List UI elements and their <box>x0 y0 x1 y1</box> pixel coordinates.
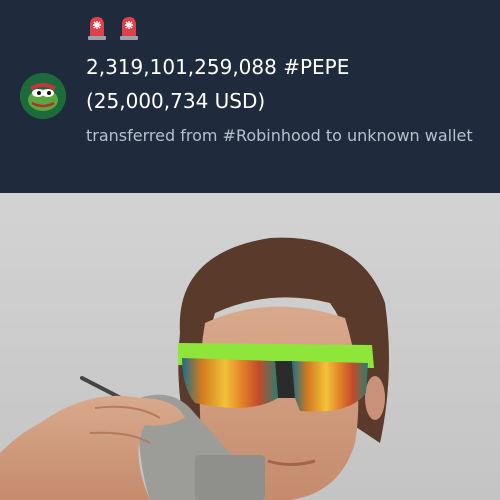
photo-illustration <box>0 193 500 500</box>
post-text: 2,319,101,259,088 #PEPE (25,000,734 USD)… <box>86 50 486 153</box>
police-light-icon <box>88 17 106 40</box>
usd-value-line: (25,000,734 USD) <box>86 89 266 113</box>
police-light-icon <box>120 17 138 40</box>
attached-photo[interactable] <box>0 193 500 500</box>
pepe-avatar-icon <box>20 73 66 119</box>
avatar[interactable] <box>20 73 66 119</box>
post-card: 2,319,101,259,088 #PEPE (25,000,734 USD)… <box>0 0 500 500</box>
amount-line: 2,319,101,259,088 #PEPE <box>86 55 350 79</box>
alert-icons <box>86 13 140 41</box>
transfer-description: transferred from #Robinhood to unknown w… <box>86 126 473 145</box>
post-header: 2,319,101,259,088 #PEPE (25,000,734 USD)… <box>0 0 500 193</box>
